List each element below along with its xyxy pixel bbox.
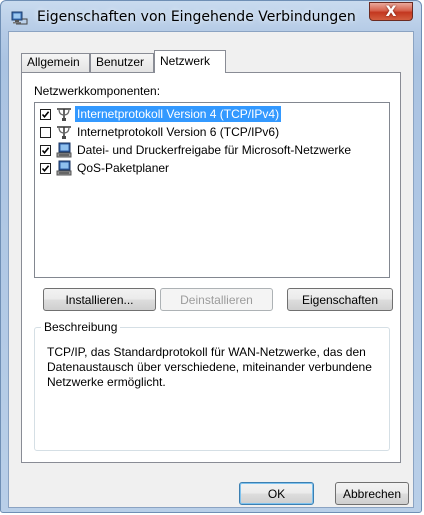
checkbox-tcpipv4[interactable]	[40, 108, 51, 120]
title-bar[interactable]: Eigenschaften von Eingehende Verbindunge…	[1, 1, 421, 31]
components-list[interactable]: Internetprotokoll Version 4 (TCP/IPv4) I…	[34, 102, 390, 278]
service-icon	[56, 160, 72, 176]
checkmark-icon	[41, 164, 50, 172]
checkbox-qos-scheduler[interactable]	[40, 162, 51, 174]
list-item-label: Internetprotokoll Version 6 (TCP/IPv6)	[77, 125, 280, 139]
properties-dialog: Eigenschaften von Eingehende Verbindunge…	[0, 0, 422, 513]
description-group: Beschreibung TCP/IP, das Standardprotoko…	[34, 320, 390, 451]
tab-panel-netzwerk: Netzwerkkomponenten: Internetprotokoll V…	[21, 72, 401, 463]
checkmark-icon	[41, 110, 50, 118]
cancel-button[interactable]: Abbrechen	[335, 482, 409, 505]
close-button[interactable]: X	[369, 2, 413, 21]
service-icon	[56, 142, 72, 158]
window-title: Eigenschaften von Eingehende Verbindunge…	[37, 9, 356, 25]
list-item-tcpipv4[interactable]: Internetprotokoll Version 4 (TCP/IPv4)	[37, 105, 387, 123]
close-icon: X	[385, 3, 397, 20]
tab-benutzer[interactable]: Benutzer	[90, 53, 154, 72]
dialog-client-area: Allgemein Benutzer Netzwerk Netzwerkkomp…	[8, 31, 414, 508]
protocol-icon	[57, 126, 71, 139]
list-item-file-printer-sharing[interactable]: Datei- und Druckerfreigabe für Microsoft…	[37, 141, 387, 159]
components-label: Netzwerkkomponenten:	[34, 84, 161, 98]
list-item-label: Datei- und Druckerfreigabe für Microsoft…	[77, 143, 352, 157]
install-button[interactable]: Installieren...	[43, 288, 156, 311]
list-item-qos-scheduler[interactable]: QoS-Paketplaner	[37, 159, 387, 177]
list-item-tcpipv6[interactable]: Internetprotokoll Version 6 (TCP/IPv6)	[37, 123, 387, 141]
description-text: TCP/IP, das Standardprotokoll für WAN-Ne…	[47, 345, 372, 389]
protocol-icon	[57, 108, 71, 121]
ok-button[interactable]: OK	[239, 482, 314, 505]
list-item-label: Internetprotokoll Version 4 (TCP/IPv4)	[75, 106, 282, 122]
list-item-label: QoS-Paketplaner	[77, 161, 170, 175]
tab-allgemein[interactable]: Allgemein	[21, 53, 90, 72]
description-title: Beschreibung	[41, 320, 121, 334]
properties-button[interactable]: Eigenschaften	[287, 288, 393, 311]
checkbox-file-printer-sharing[interactable]	[40, 144, 51, 156]
checkbox-tcpipv6[interactable]	[40, 126, 51, 138]
network-connection-icon	[11, 11, 28, 25]
tab-netzwerk[interactable]: Netzwerk	[154, 50, 226, 73]
checkmark-icon	[41, 146, 50, 154]
uninstall-button[interactable]: Deinstallieren	[160, 288, 273, 311]
